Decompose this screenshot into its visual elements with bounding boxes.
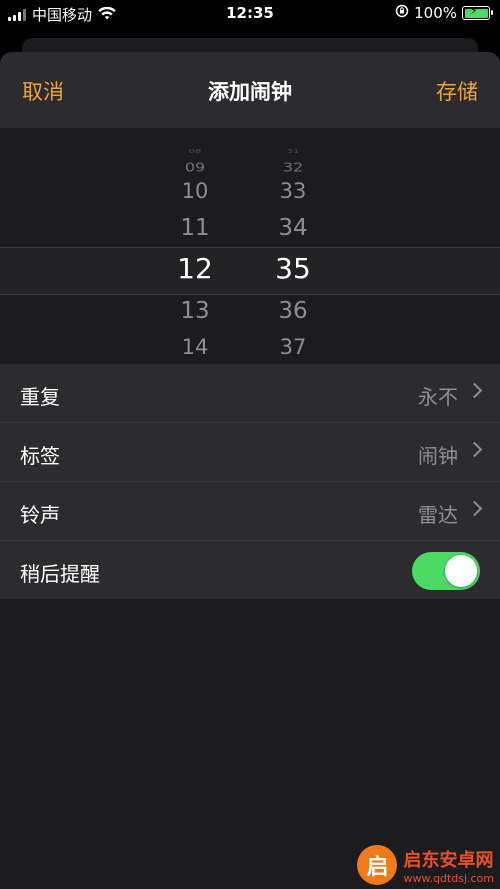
sound-label: 铃声 bbox=[20, 503, 60, 527]
selected-minute: 35 bbox=[275, 252, 311, 285]
hour-value: 14 bbox=[181, 335, 209, 359]
label-value: 闹钟 bbox=[418, 444, 458, 468]
repeat-label: 重复 bbox=[20, 385, 60, 409]
chevron-right-icon bbox=[466, 500, 483, 517]
label-label: 标签 bbox=[20, 444, 60, 468]
watermark-name: 启东安卓网 bbox=[403, 849, 494, 871]
save-button[interactable]: 存储 bbox=[436, 76, 478, 106]
alarm-settings-list: 重复 永不 标签 闹钟 铃声 雷达 稍后提醒 bbox=[0, 364, 500, 599]
watermark-url: www.qdtdsj.com bbox=[403, 871, 494, 885]
minute-value: 33 bbox=[279, 179, 307, 203]
watermark-text: 启东安卓网 www.qdtdsj.com bbox=[403, 846, 494, 885]
sound-value: 雷达 bbox=[418, 503, 458, 527]
nav-bar: 取消 添加闹钟 存储 bbox=[0, 52, 500, 128]
minute-value: 31 bbox=[286, 148, 300, 155]
hour-value: 10 bbox=[181, 179, 209, 203]
orientation-lock-icon bbox=[395, 4, 409, 22]
hour-value: 13 bbox=[180, 298, 210, 324]
snooze-row: 稍后提醒 bbox=[0, 541, 500, 599]
minute-value: 37 bbox=[279, 335, 307, 359]
hour-value: 08 bbox=[188, 148, 202, 155]
selection-band bbox=[0, 247, 500, 295]
sound-row[interactable]: 铃声 雷达 bbox=[0, 482, 500, 541]
minute-value: 36 bbox=[278, 298, 308, 324]
chevron-right-icon bbox=[466, 382, 483, 399]
battery-icon: ⚡ bbox=[462, 4, 493, 20]
watermark: 启 启东安卓网 www.qdtdsj.com bbox=[357, 845, 494, 885]
status-right: 100% ⚡ bbox=[395, 4, 493, 22]
battery-percent: 100% bbox=[414, 4, 457, 22]
hour-value: 09 bbox=[184, 160, 206, 175]
minute-value: 34 bbox=[278, 215, 308, 241]
hour-value: 11 bbox=[180, 215, 210, 241]
minute-value: 32 bbox=[282, 160, 304, 175]
snooze-label: 稍后提醒 bbox=[20, 562, 100, 586]
snooze-toggle[interactable] bbox=[412, 552, 480, 590]
selected-hour: 12 bbox=[177, 252, 213, 285]
toggle-knob bbox=[445, 555, 477, 587]
chevron-right-icon bbox=[466, 441, 483, 458]
repeat-value: 永不 bbox=[418, 385, 458, 409]
status-bar: 中国移动 12:35 100% ⚡ bbox=[0, 0, 500, 28]
repeat-row[interactable]: 重复 永不 bbox=[0, 364, 500, 423]
label-row[interactable]: 标签 闹钟 bbox=[0, 423, 500, 482]
watermark-logo: 启 bbox=[357, 845, 398, 885]
page-title: 添加闹钟 bbox=[208, 80, 292, 104]
